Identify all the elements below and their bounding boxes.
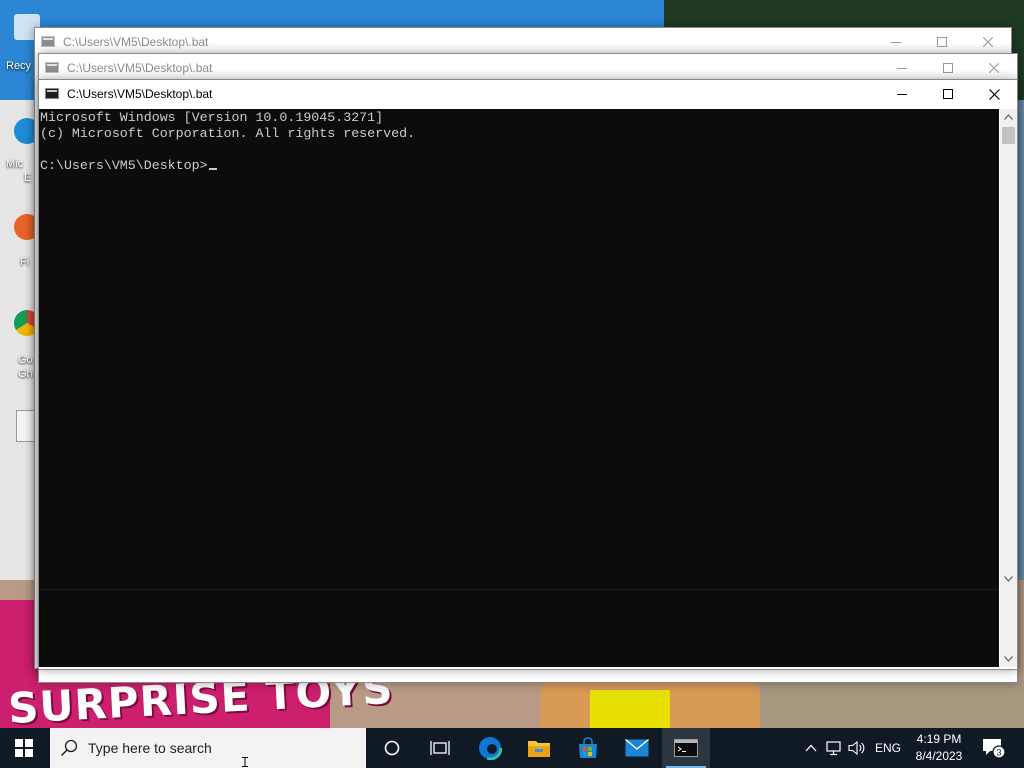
clock-date: 8/4/2023	[915, 749, 963, 763]
window-title: C:\Users\VM5\Desktop\.bat	[67, 87, 213, 101]
taskbar: Type here to search ENG 4:19 PM 8/4/2023…	[0, 728, 1024, 768]
cmd-taskbar-button[interactable]	[662, 728, 710, 768]
windows-start-icon	[15, 739, 33, 757]
chevron-up-icon	[1004, 114, 1013, 120]
cmd-icon	[45, 62, 59, 73]
notification-count: 3	[996, 748, 1001, 758]
edge-icon	[478, 736, 502, 760]
console-line: (c) Microsoft Corporation. All rights re…	[40, 126, 416, 141]
desktop-icon-label: Fi	[20, 256, 30, 268]
start-button[interactable]	[0, 728, 48, 768]
cortana-icon	[384, 740, 400, 756]
file-explorer-taskbar-button[interactable]	[515, 728, 563, 768]
console-prompt-line: C:\Users\VM5\Desktop>	[40, 158, 217, 174]
chevron-up-icon	[805, 744, 817, 752]
minimize-button[interactable]	[879, 54, 925, 82]
mouse-ibeam-cursor-icon	[242, 757, 248, 767]
store-taskbar-button[interactable]	[564, 728, 612, 768]
close-button[interactable]	[965, 28, 1011, 56]
chevron-down-icon	[1004, 656, 1013, 662]
text-cursor	[208, 168, 217, 170]
store-icon	[579, 737, 597, 758]
cmd-icon	[45, 88, 59, 99]
scroll-down-button[interactable]	[1000, 651, 1017, 667]
clock-time: 4:19 PM	[916, 732, 962, 746]
action-center-button[interactable]: 3	[978, 728, 1008, 768]
minimize-icon	[897, 94, 907, 95]
scroll-down-button-upper[interactable]	[1000, 571, 1017, 587]
network-tray-button[interactable]	[824, 728, 846, 768]
cmd-icon	[41, 36, 55, 47]
close-icon	[988, 88, 1000, 100]
scroll-thumb[interactable]	[1002, 127, 1015, 144]
window-title: C:\Users\VM5\Desktop\.bat	[63, 35, 209, 49]
cortana-button[interactable]	[368, 728, 416, 768]
notification-icon: 3	[983, 739, 1005, 759]
volume-icon	[848, 740, 865, 756]
task-view-button[interactable]	[416, 728, 464, 768]
cmd-window-active[interactable]: C:\Users\VM5\Desktop\.bat Microsoft Wind…	[38, 79, 1018, 670]
taskbar-clock[interactable]: 4:19 PM 8/4/2023	[906, 731, 972, 765]
title-bar[interactable]: C:\Users\VM5\Desktop\.bat	[35, 28, 1011, 56]
maximize-icon	[943, 63, 953, 73]
chevron-down-icon	[1004, 576, 1013, 582]
taskbar-search-box[interactable]: Type here to search	[50, 728, 366, 768]
maximize-button[interactable]	[919, 28, 965, 56]
maximize-button[interactable]	[925, 80, 971, 108]
scroll-up-button[interactable]	[1000, 109, 1017, 125]
title-bar[interactable]: C:\Users\VM5\Desktop\.bat	[39, 80, 1017, 108]
input-language-indicator[interactable]: ENG	[872, 728, 904, 768]
maximize-icon	[937, 37, 947, 47]
desktop-icon-label: Go	[18, 354, 33, 366]
minimize-icon	[891, 42, 901, 43]
minimize-button[interactable]	[873, 28, 919, 56]
close-icon	[989, 63, 999, 73]
network-icon	[826, 741, 841, 756]
edge-taskbar-button[interactable]	[466, 728, 514, 768]
window-title: C:\Users\VM5\Desktop\.bat	[67, 61, 213, 75]
search-icon	[60, 739, 78, 757]
search-placeholder: Type here to search	[88, 740, 212, 756]
close-button[interactable]	[971, 80, 1017, 108]
minimize-icon	[897, 68, 907, 69]
console-output[interactable]: Microsoft Windows [Version 10.0.19045.32…	[39, 109, 999, 667]
console-line: Microsoft Windows [Version 10.0.19045.32…	[40, 110, 384, 125]
desktop-icon-label: E	[24, 172, 32, 184]
title-bar[interactable]: C:\Users\VM5\Desktop\.bat	[39, 54, 1017, 82]
desktop-icon-label: Recy	[6, 60, 32, 72]
mail-taskbar-button[interactable]	[613, 728, 661, 768]
mail-icon	[625, 739, 649, 757]
close-button[interactable]	[971, 54, 1017, 82]
console-divider	[39, 589, 999, 590]
file-explorer-icon	[528, 741, 550, 757]
desktop-icon-label: Gh	[18, 368, 33, 380]
show-hidden-icons-button[interactable]	[800, 728, 822, 768]
maximize-button[interactable]	[925, 54, 971, 82]
cmd-icon	[674, 739, 698, 757]
maximize-icon	[943, 89, 953, 99]
console-prompt: C:\Users\VM5\Desktop>	[40, 158, 208, 173]
minimize-button[interactable]	[879, 80, 925, 108]
desktop-icon-label: Mic	[6, 158, 24, 170]
volume-tray-button[interactable]	[846, 728, 868, 768]
close-icon	[983, 37, 993, 47]
task-view-icon	[430, 741, 450, 755]
vertical-scrollbar[interactable]	[1000, 109, 1017, 667]
